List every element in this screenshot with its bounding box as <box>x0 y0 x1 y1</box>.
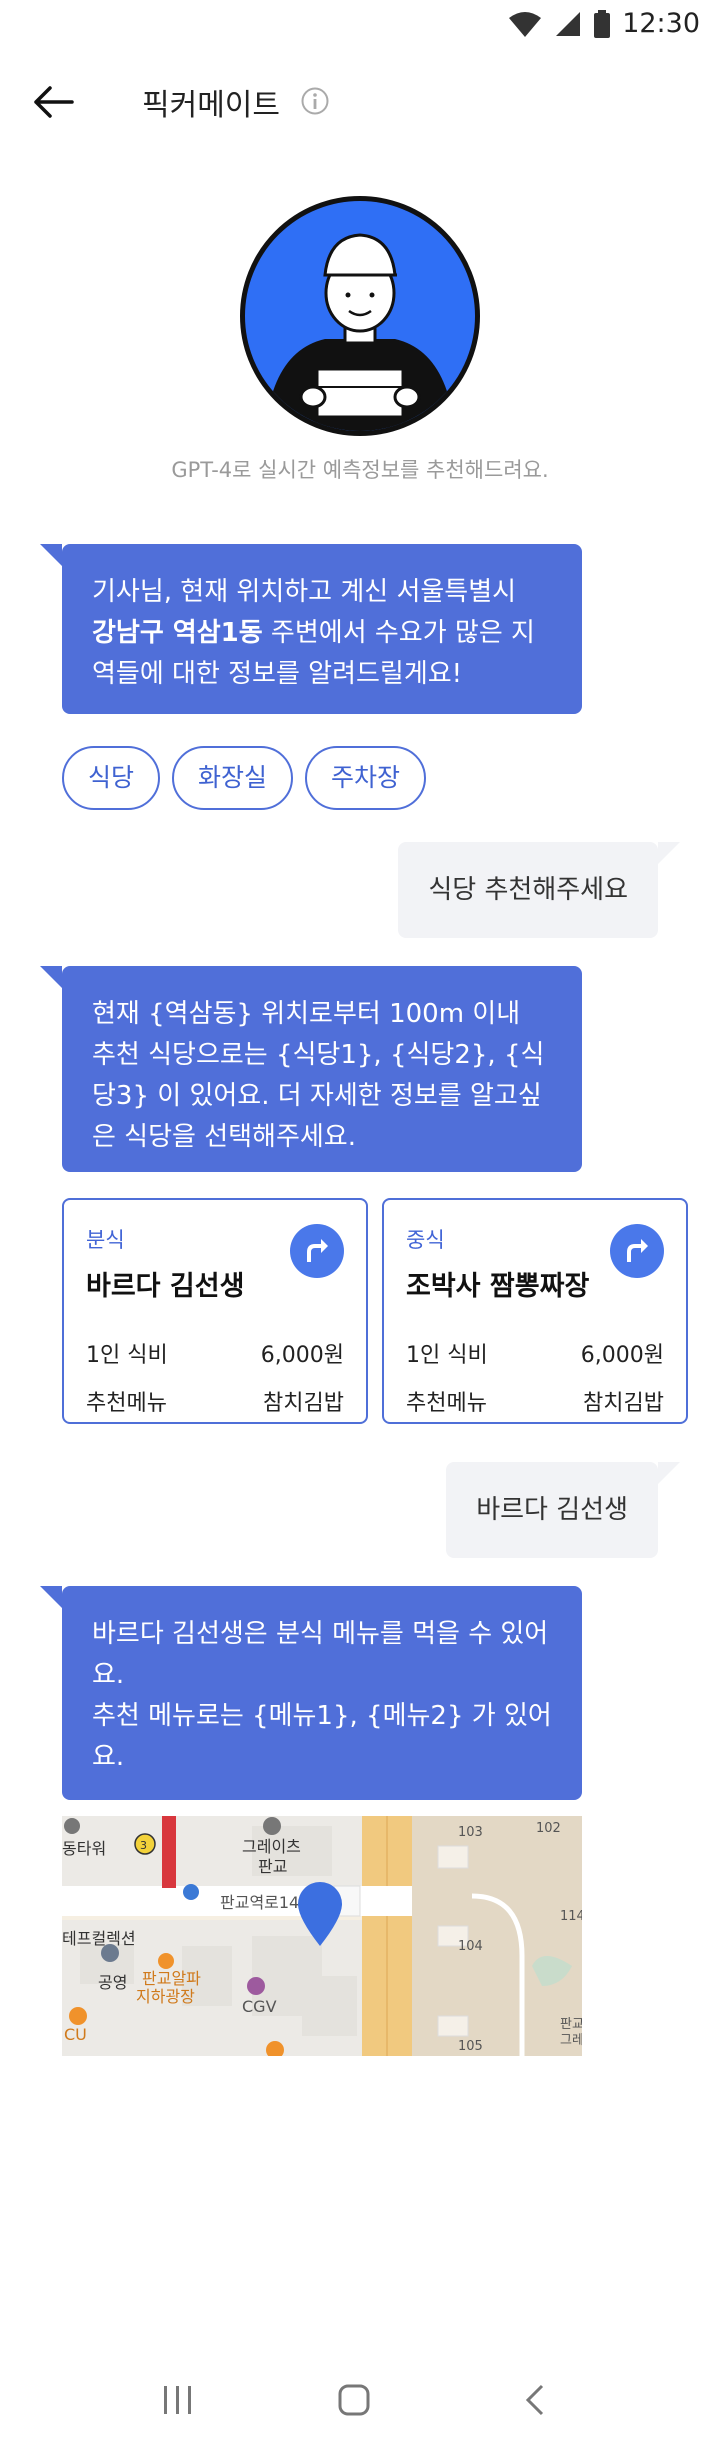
battery-icon <box>594 9 611 38</box>
map-label: 테프컬렉션 <box>62 1929 136 1948</box>
status-time: 12:30 <box>622 8 700 39</box>
menu-value: 참치김밥 <box>263 1391 344 1416</box>
price-label: 1인 식비 <box>86 1343 168 1368</box>
info-icon[interactable] <box>300 86 330 116</box>
directions-button[interactable] <box>290 1224 344 1278</box>
quick-reply-chips: 식당 화장실 주차장 <box>62 746 427 810</box>
map-label: 판교역로14 <box>220 1893 299 1912</box>
directions-button[interactable] <box>610 1224 664 1278</box>
wifi-icon <box>509 11 542 37</box>
menu-value: 참치김밥 <box>583 1391 664 1416</box>
bot-message-text: 바르다 김선생은 분식 메뉴를 먹을 수 있어요. <box>92 1619 549 1690</box>
bot-message: 현재 {역삼동} 위치로부터 100m 이내 추천 식당으로는 {식당1}, {… <box>40 966 582 1172</box>
bot-message: 바르다 김선생은 분식 메뉴를 먹을 수 있어요. 추천 메뉴로는 {메뉴1},… <box>40 1586 582 1800</box>
header: 픽커메이트 <box>0 60 720 144</box>
map-label: 114 <box>560 1909 582 1924</box>
bot-avatar <box>240 196 480 436</box>
delivery-driver-illustration <box>265 233 455 431</box>
price-row: 1인 식비 6,000원 <box>406 1337 664 1369</box>
system-nav-bar <box>0 2358 720 2454</box>
map-label: 판교알파 <box>142 1969 201 1988</box>
price-row: 1인 식비 6,000원 <box>86 1337 344 1369</box>
signal-icon <box>556 11 581 36</box>
map-label: 104 <box>458 1939 483 1954</box>
map-label: 동타워 <box>62 1839 106 1858</box>
bot-message-text: 추천 메뉴로는 {메뉴1}, {메뉴2} 가 있어요. <box>92 1701 552 1772</box>
status-bar: 12:30 <box>0 0 720 48</box>
back-button[interactable] <box>28 78 80 126</box>
menu-row: 추천메뉴 참치김밥 <box>406 1385 664 1417</box>
menu-row: 추천메뉴 참치김밥 <box>86 1385 344 1417</box>
home-icon <box>338 2384 370 2416</box>
system-back-button[interactable] <box>518 2382 554 2422</box>
map-label: 3 <box>140 1839 147 1852</box>
map-label: 103 <box>458 1825 483 1840</box>
map-label: 그레 <box>560 2033 582 2048</box>
price-label: 1인 식비 <box>406 1343 488 1368</box>
recent-apps-icon <box>164 2386 191 2414</box>
user-message: 바르다 김선생 <box>446 1462 680 1558</box>
recent-apps-button[interactable] <box>160 2382 196 2422</box>
menu-label: 추천메뉴 <box>406 1391 487 1416</box>
map-label: CU <box>64 2025 87 2044</box>
map-label: 판교 <box>560 2017 582 2032</box>
home-button[interactable] <box>336 2382 372 2422</box>
bot-message-location: 강남구 역삼1동 <box>92 618 263 648</box>
user-message: 식당 추천해주세요 <box>398 842 680 938</box>
page-title: 픽커메이트 <box>142 88 280 123</box>
map-label: 판교 <box>258 1857 287 1876</box>
map-label: 공영 <box>98 1973 127 1992</box>
menu-label: 추천메뉴 <box>86 1391 167 1416</box>
map-label: CGV <box>242 1997 277 2016</box>
intro-text: GPT-4로 실시간 예측정보를 추천해드려요. <box>171 458 549 482</box>
bot-message-text: 기사님, 현재 위치하고 계신 서울특별시 <box>92 577 517 607</box>
price-value: 6,000원 <box>580 1343 664 1368</box>
turn-right-arrow-icon <box>627 1239 648 1262</box>
chip-restroom[interactable]: 화장실 <box>172 746 294 810</box>
chip-parking[interactable]: 주차장 <box>305 746 427 810</box>
location-map[interactable]: 동타워 3 그레이츠 판교 판교역로14 테프컬렉션 공영 판교알파 지하광장 … <box>62 1816 582 2056</box>
map-label: 그레이츠 <box>242 1837 301 1856</box>
price-value: 6,000원 <box>260 1343 344 1368</box>
turn-right-arrow-icon <box>307 1239 328 1262</box>
chevron-left-icon <box>525 2384 544 2416</box>
restaurant-card[interactable]: 분식 바르다 김선생 1인 식비 6,000원 추천메뉴 참치김밥 <box>62 1198 368 1424</box>
arrow-left-icon <box>34 86 74 118</box>
map-label: 105 <box>458 2039 483 2054</box>
restaurant-card[interactable]: 중식 조박사 짬뽕짜장 1인 식비 6,000원 추천메뉴 참치김밥 <box>382 1198 688 1424</box>
bot-message: 기사님, 현재 위치하고 계신 서울특별시 강남구 역삼1동 주변에서 수요가 … <box>40 544 582 714</box>
map-label: 102 <box>536 1821 561 1836</box>
map-label: 지하광장 <box>136 1987 195 2006</box>
chip-restaurant[interactable]: 식당 <box>62 746 161 810</box>
